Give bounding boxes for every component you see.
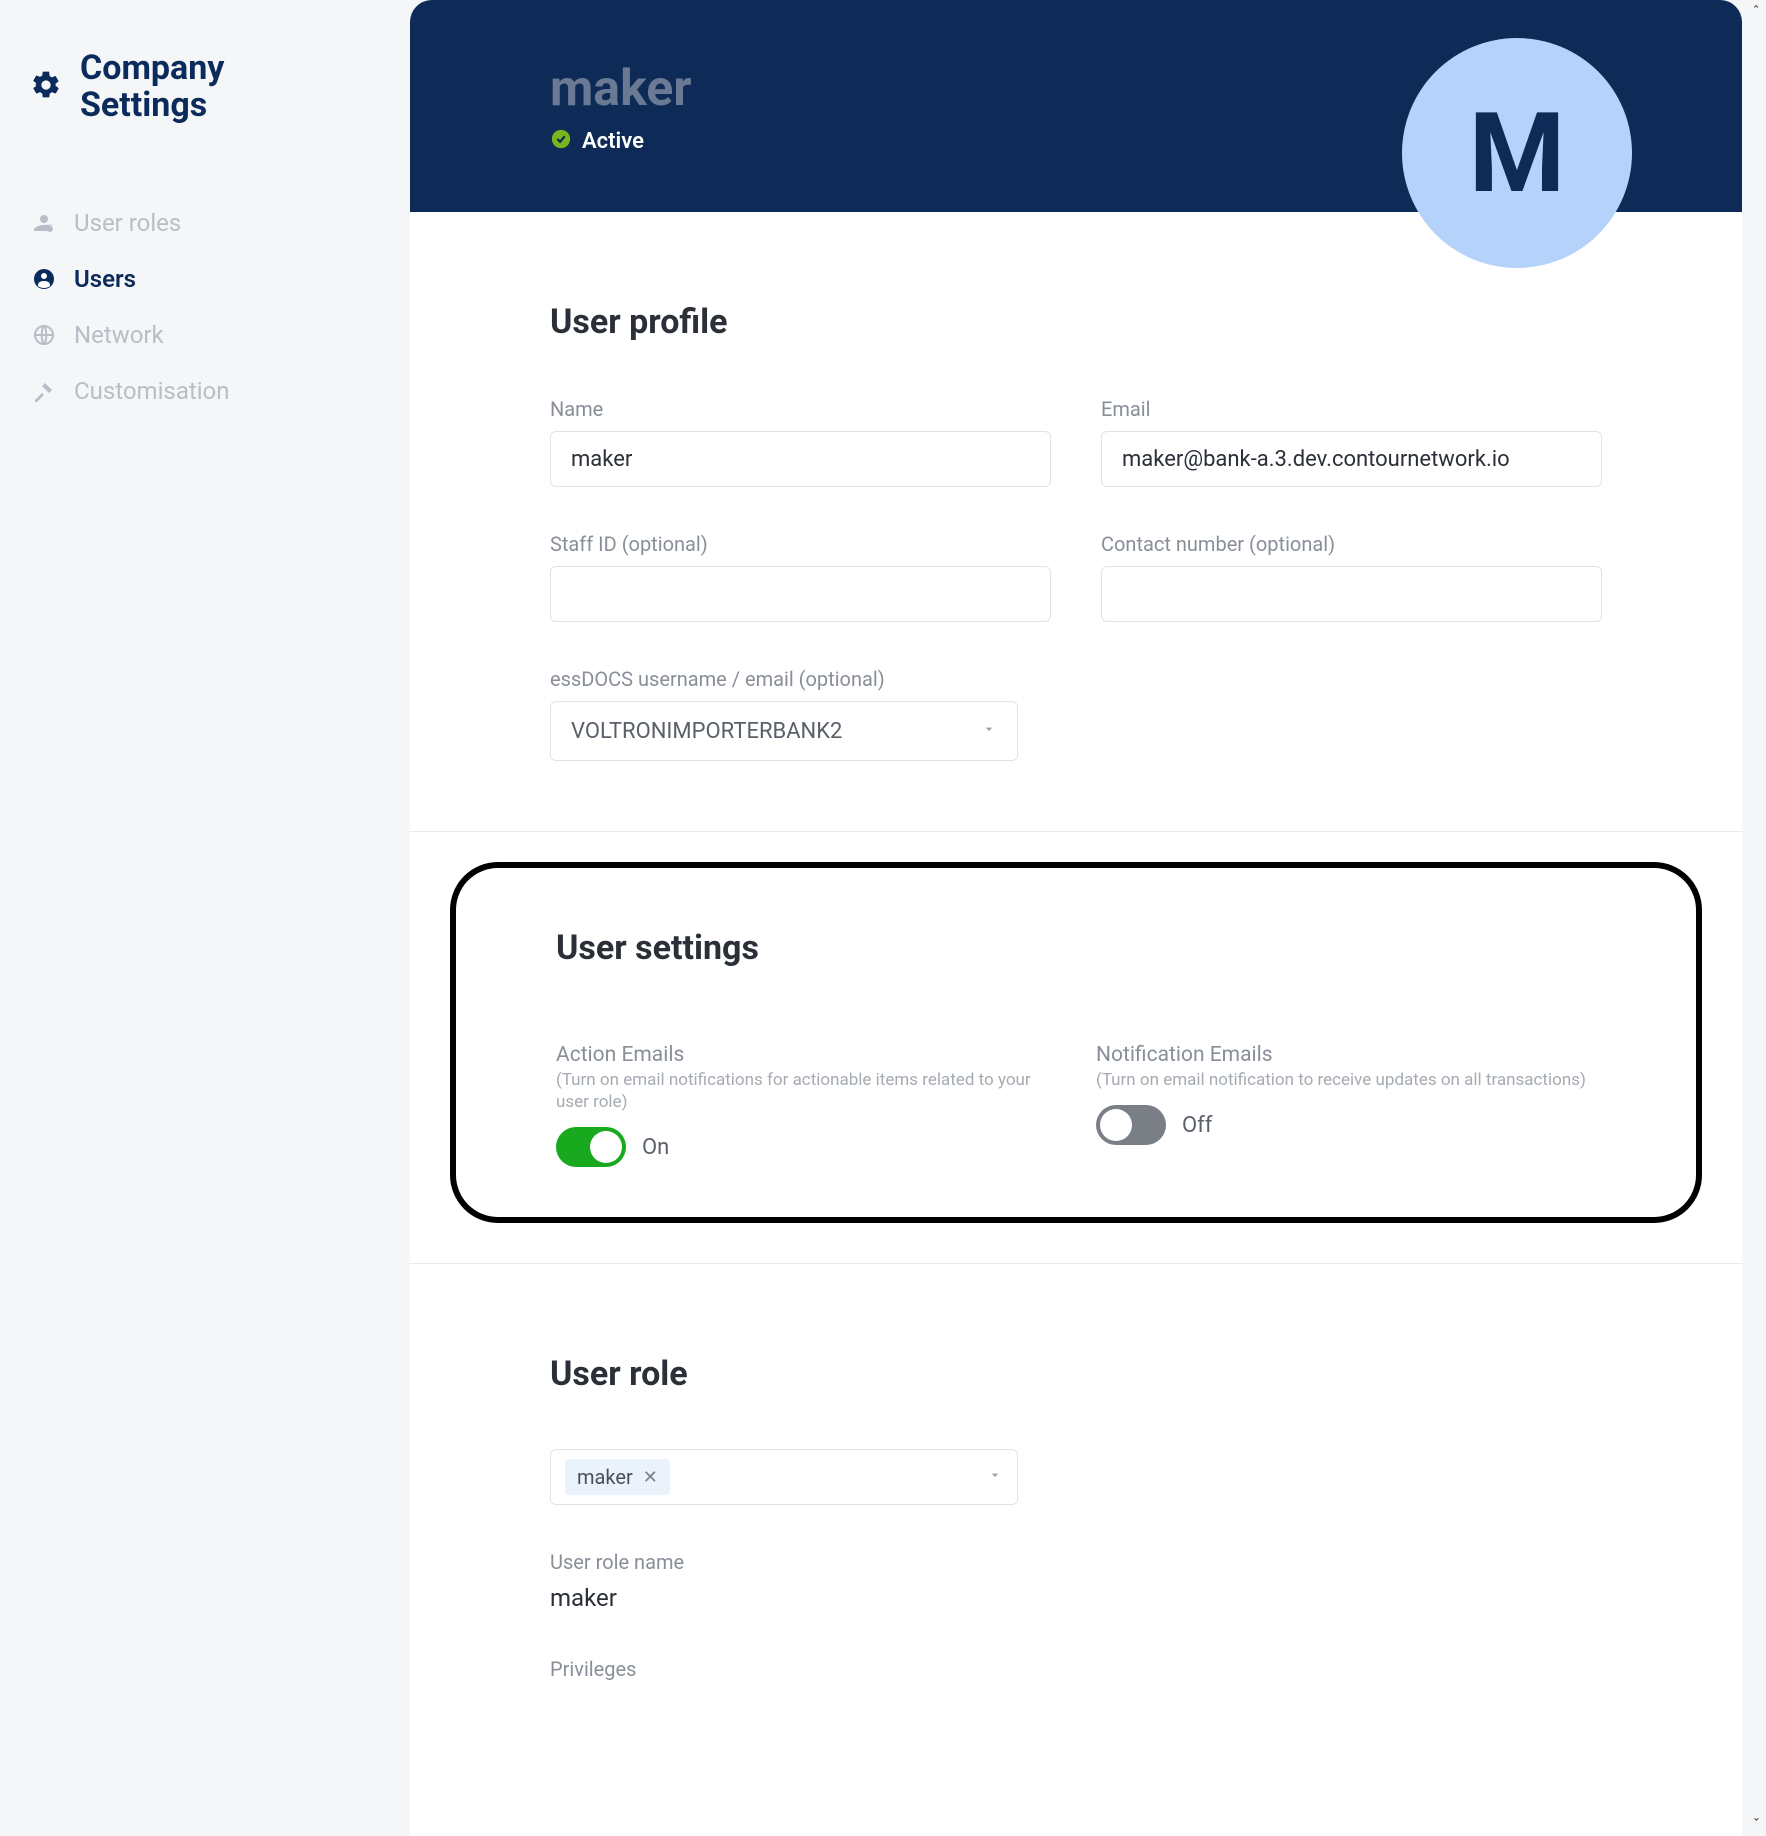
section-title: User profile (550, 302, 1602, 342)
user-settings-section: User settings Action Emails (Turn on ema… (450, 862, 1702, 1223)
content: maker Active M User profile Name Email (410, 0, 1742, 1836)
name-label: Name (550, 397, 1051, 421)
role-name-label: User role name (550, 1550, 1602, 1574)
sidebar-item-users[interactable]: Users (30, 251, 380, 307)
chevron-down-icon (987, 1467, 1003, 1487)
section-title: User role (550, 1354, 1602, 1394)
avatar: M (1402, 38, 1632, 268)
sidebar-item-label: Network (74, 321, 164, 349)
brand: Company Settings (30, 50, 380, 125)
users-role-icon (30, 211, 58, 235)
globe-user-icon (30, 267, 58, 291)
contact-input[interactable] (1101, 566, 1602, 622)
content-scroll[interactable]: maker Active M User profile Name Email (410, 0, 1766, 1836)
sidebar-item-user-roles[interactable]: User roles (30, 195, 380, 251)
sidebar-item-label: Users (74, 265, 136, 293)
email-input[interactable] (1101, 431, 1602, 487)
brand-title: Company Settings (80, 50, 224, 125)
sidebar-item-network[interactable]: Network (30, 307, 380, 363)
role-select[interactable]: maker ✕ (550, 1449, 1018, 1505)
status-badge: Active (582, 129, 644, 154)
chip-label: maker (577, 1465, 633, 1489)
role-chip: maker ✕ (565, 1459, 670, 1495)
privileges-label: Privileges (550, 1657, 1602, 1681)
check-circle-icon (550, 128, 572, 154)
staff-id-input[interactable] (550, 566, 1051, 622)
toggle-state-label: Off (1182, 1113, 1212, 1138)
staff-id-label: Staff ID (optional) (550, 532, 1051, 556)
sidebar-item-label: User roles (74, 209, 181, 237)
notification-emails-hint: (Turn on email notification to receive u… (1096, 1069, 1596, 1091)
action-emails-hint: (Turn on email notifications for actiona… (556, 1069, 1056, 1113)
user-header: maker Active M (410, 0, 1742, 212)
sidebar: Company Settings User roles Users Networ… (0, 0, 410, 1836)
name-input[interactable] (550, 431, 1051, 487)
action-emails-title: Action Emails (556, 1043, 1056, 1067)
gear-icon (30, 69, 62, 105)
sidebar-item-customisation[interactable]: Customisation (30, 363, 380, 419)
scroll-down-arrow[interactable]: ˇ (1753, 1815, 1760, 1834)
toggle-state-label: On (642, 1135, 669, 1160)
user-profile-section: User profile Name Email Staff ID (option… (410, 212, 1742, 832)
notification-emails-toggle[interactable] (1096, 1105, 1166, 1145)
sidebar-item-label: Customisation (74, 377, 230, 405)
chevron-down-icon (981, 721, 997, 741)
user-role-section: User role maker ✕ User role name maker P… (410, 1264, 1742, 1761)
notification-emails-title: Notification Emails (1096, 1043, 1596, 1067)
globe-icon (30, 323, 58, 347)
essdocs-label: essDOCS username / email (optional) (550, 667, 1602, 691)
close-icon[interactable]: ✕ (643, 1467, 658, 1488)
hammer-icon (30, 379, 58, 403)
essdocs-dropdown[interactable]: VOLTRONIMPORTERBANK2 (550, 701, 1018, 761)
section-title: User settings (556, 928, 1596, 968)
contact-label: Contact number (optional) (1101, 532, 1602, 556)
scroll-up-arrow[interactable]: ˆ (1752, 2, 1760, 21)
email-label: Email (1101, 397, 1602, 421)
action-emails-toggle[interactable] (556, 1127, 626, 1167)
role-name-value: maker (550, 1584, 1602, 1612)
dropdown-value: VOLTRONIMPORTERBANK2 (571, 719, 842, 744)
